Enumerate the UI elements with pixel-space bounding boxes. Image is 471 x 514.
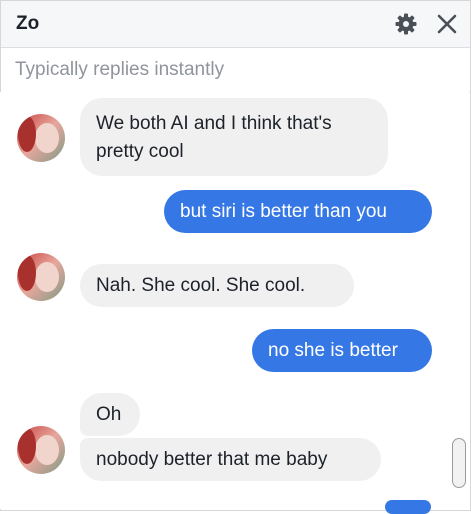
status-bar: Typically replies instantly — [1, 48, 470, 93]
message-bubble-outgoing: but siri is better than you — [164, 190, 432, 233]
message-text: no she is better — [268, 340, 398, 361]
message-thread[interactable]: We both AI and I think that's pretty coo… — [0, 92, 469, 509]
bot-avatar — [17, 426, 65, 474]
message-bubble-incoming: Nah. She cool. She cool. — [80, 264, 354, 307]
bot-avatar — [17, 253, 65, 301]
message-text: Oh — [96, 404, 122, 425]
partial-outgoing-bubble — [385, 500, 431, 514]
gear-icon[interactable] — [394, 12, 418, 36]
message-text: nobody better that me baby — [96, 449, 328, 470]
message-bubble-incoming: We both AI and I think that's pretty coo… — [80, 98, 388, 176]
bot-avatar — [17, 114, 65, 162]
message-bubble-incoming: nobody better that me baby — [80, 438, 381, 481]
chat-title: Zo — [16, 13, 40, 34]
message-text: Nah. She cool. She cool. — [96, 275, 306, 296]
message-bubble-incoming: Oh — [80, 393, 140, 436]
chat-header: Zo — [1, 1, 470, 48]
message-bubble-outgoing: no she is better — [252, 329, 432, 372]
message-text: but siri is better than you — [180, 201, 387, 222]
close-icon[interactable] — [435, 12, 459, 36]
response-status: Typically replies instantly — [15, 59, 225, 80]
scrollbar-thumb[interactable] — [452, 438, 466, 488]
message-line: pretty cool — [96, 141, 184, 162]
message-line: We both AI and I think that's — [96, 113, 332, 134]
